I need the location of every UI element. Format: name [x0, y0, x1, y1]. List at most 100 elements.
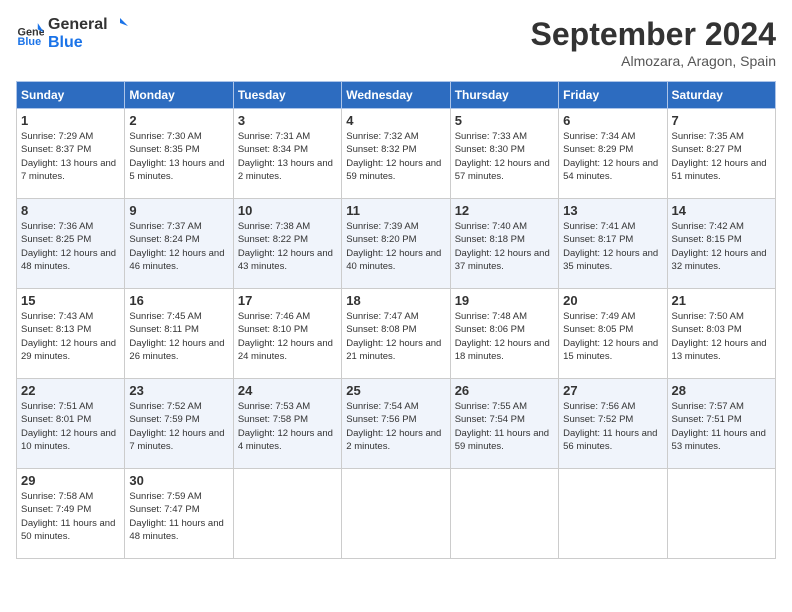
col-saturday: Saturday [667, 82, 775, 109]
day-number: 22 [21, 383, 120, 398]
table-row: 1 Sunrise: 7:29 AMSunset: 8:37 PMDayligh… [17, 109, 125, 199]
day-info: Sunrise: 7:59 AMSunset: 7:47 PMDaylight:… [129, 490, 228, 543]
table-row: 16 Sunrise: 7:45 AMSunset: 8:11 PMDaylig… [125, 289, 233, 379]
header: General Blue General Blue September 2024… [16, 16, 776, 69]
table-row: 2 Sunrise: 7:30 AMSunset: 8:35 PMDayligh… [125, 109, 233, 199]
day-info: Sunrise: 7:48 AMSunset: 8:06 PMDaylight:… [455, 310, 554, 363]
month-title: September 2024 [531, 16, 776, 53]
location: Almozara, Aragon, Spain [531, 53, 776, 69]
day-info: Sunrise: 7:57 AMSunset: 7:51 PMDaylight:… [672, 400, 771, 453]
day-info: Sunrise: 7:37 AMSunset: 8:24 PMDaylight:… [129, 220, 228, 273]
table-row [559, 469, 667, 559]
table-row: 18 Sunrise: 7:47 AMSunset: 8:08 PMDaylig… [342, 289, 450, 379]
day-number: 1 [21, 113, 120, 128]
day-number: 8 [21, 203, 120, 218]
col-thursday: Thursday [450, 82, 558, 109]
day-info: Sunrise: 7:29 AMSunset: 8:37 PMDaylight:… [21, 130, 120, 183]
table-row: 30 Sunrise: 7:59 AMSunset: 7:47 PMDaylig… [125, 469, 233, 559]
day-number: 18 [346, 293, 445, 308]
day-number: 23 [129, 383, 228, 398]
svg-text:Blue: Blue [18, 36, 42, 48]
table-row: 8 Sunrise: 7:36 AMSunset: 8:25 PMDayligh… [17, 199, 125, 289]
table-row: 14 Sunrise: 7:42 AMSunset: 8:15 PMDaylig… [667, 199, 775, 289]
table-row: 9 Sunrise: 7:37 AMSunset: 8:24 PMDayligh… [125, 199, 233, 289]
day-info: Sunrise: 7:54 AMSunset: 7:56 PMDaylight:… [346, 400, 445, 453]
day-info: Sunrise: 7:41 AMSunset: 8:17 PMDaylight:… [563, 220, 662, 273]
day-number: 16 [129, 293, 228, 308]
table-row: 22 Sunrise: 7:51 AMSunset: 8:01 PMDaylig… [17, 379, 125, 469]
title-area: September 2024 Almozara, Aragon, Spain [531, 16, 776, 69]
calendar-row: 8 Sunrise: 7:36 AMSunset: 8:25 PMDayligh… [17, 199, 776, 289]
day-number: 14 [672, 203, 771, 218]
day-number: 19 [455, 293, 554, 308]
logo-icon: General Blue [16, 20, 44, 48]
day-info: Sunrise: 7:42 AMSunset: 8:15 PMDaylight:… [672, 220, 771, 273]
table-row: 23 Sunrise: 7:52 AMSunset: 7:59 PMDaylig… [125, 379, 233, 469]
day-info: Sunrise: 7:52 AMSunset: 7:59 PMDaylight:… [129, 400, 228, 453]
table-row: 3 Sunrise: 7:31 AMSunset: 8:34 PMDayligh… [233, 109, 341, 199]
col-wednesday: Wednesday [342, 82, 450, 109]
day-info: Sunrise: 7:53 AMSunset: 7:58 PMDaylight:… [238, 400, 337, 453]
table-row: 7 Sunrise: 7:35 AMSunset: 8:27 PMDayligh… [667, 109, 775, 199]
day-number: 21 [672, 293, 771, 308]
col-monday: Monday [125, 82, 233, 109]
table-row: 12 Sunrise: 7:40 AMSunset: 8:18 PMDaylig… [450, 199, 558, 289]
table-row: 24 Sunrise: 7:53 AMSunset: 7:58 PMDaylig… [233, 379, 341, 469]
day-number: 6 [563, 113, 662, 128]
day-info: Sunrise: 7:33 AMSunset: 8:30 PMDaylight:… [455, 130, 554, 183]
day-info: Sunrise: 7:39 AMSunset: 8:20 PMDaylight:… [346, 220, 445, 273]
day-number: 3 [238, 113, 337, 128]
day-number: 13 [563, 203, 662, 218]
day-info: Sunrise: 7:51 AMSunset: 8:01 PMDaylight:… [21, 400, 120, 453]
calendar-row: 29 Sunrise: 7:58 AMSunset: 7:49 PMDaylig… [17, 469, 776, 559]
day-number: 20 [563, 293, 662, 308]
day-number: 29 [21, 473, 120, 488]
logo: General Blue General Blue [16, 16, 128, 52]
day-number: 7 [672, 113, 771, 128]
day-number: 12 [455, 203, 554, 218]
day-number: 9 [129, 203, 228, 218]
day-number: 26 [455, 383, 554, 398]
table-row: 28 Sunrise: 7:57 AMSunset: 7:51 PMDaylig… [667, 379, 775, 469]
table-row: 15 Sunrise: 7:43 AMSunset: 8:13 PMDaylig… [17, 289, 125, 379]
table-row: 10 Sunrise: 7:38 AMSunset: 8:22 PMDaylig… [233, 199, 341, 289]
calendar-row: 22 Sunrise: 7:51 AMSunset: 8:01 PMDaylig… [17, 379, 776, 469]
table-row [233, 469, 341, 559]
day-number: 17 [238, 293, 337, 308]
table-row: 4 Sunrise: 7:32 AMSunset: 8:32 PMDayligh… [342, 109, 450, 199]
table-row: 29 Sunrise: 7:58 AMSunset: 7:49 PMDaylig… [17, 469, 125, 559]
day-info: Sunrise: 7:46 AMSunset: 8:10 PMDaylight:… [238, 310, 337, 363]
col-sunday: Sunday [17, 82, 125, 109]
day-info: Sunrise: 7:56 AMSunset: 7:52 PMDaylight:… [563, 400, 662, 453]
calendar-row: 15 Sunrise: 7:43 AMSunset: 8:13 PMDaylig… [17, 289, 776, 379]
table-row: 21 Sunrise: 7:50 AMSunset: 8:03 PMDaylig… [667, 289, 775, 379]
day-info: Sunrise: 7:35 AMSunset: 8:27 PMDaylight:… [672, 130, 771, 183]
calendar-header-row: Sunday Monday Tuesday Wednesday Thursday… [17, 82, 776, 109]
day-info: Sunrise: 7:45 AMSunset: 8:11 PMDaylight:… [129, 310, 228, 363]
day-info: Sunrise: 7:38 AMSunset: 8:22 PMDaylight:… [238, 220, 337, 273]
table-row: 5 Sunrise: 7:33 AMSunset: 8:30 PMDayligh… [450, 109, 558, 199]
table-row [450, 469, 558, 559]
table-row: 13 Sunrise: 7:41 AMSunset: 8:17 PMDaylig… [559, 199, 667, 289]
col-friday: Friday [559, 82, 667, 109]
table-row: 19 Sunrise: 7:48 AMSunset: 8:06 PMDaylig… [450, 289, 558, 379]
calendar-row: 1 Sunrise: 7:29 AMSunset: 8:37 PMDayligh… [17, 109, 776, 199]
logo-general: General [48, 16, 108, 34]
day-number: 28 [672, 383, 771, 398]
day-info: Sunrise: 7:32 AMSunset: 8:32 PMDaylight:… [346, 130, 445, 183]
table-row: 25 Sunrise: 7:54 AMSunset: 7:56 PMDaylig… [342, 379, 450, 469]
day-info: Sunrise: 7:47 AMSunset: 8:08 PMDaylight:… [346, 310, 445, 363]
table-row [342, 469, 450, 559]
day-number: 27 [563, 383, 662, 398]
day-number: 25 [346, 383, 445, 398]
day-number: 4 [346, 113, 445, 128]
day-info: Sunrise: 7:58 AMSunset: 7:49 PMDaylight:… [21, 490, 120, 543]
day-number: 5 [455, 113, 554, 128]
day-number: 30 [129, 473, 228, 488]
day-info: Sunrise: 7:40 AMSunset: 8:18 PMDaylight:… [455, 220, 554, 273]
day-info: Sunrise: 7:34 AMSunset: 8:29 PMDaylight:… [563, 130, 662, 183]
table-row: 27 Sunrise: 7:56 AMSunset: 7:52 PMDaylig… [559, 379, 667, 469]
logo-bird-icon [110, 16, 128, 34]
day-number: 2 [129, 113, 228, 128]
table-row: 6 Sunrise: 7:34 AMSunset: 8:29 PMDayligh… [559, 109, 667, 199]
